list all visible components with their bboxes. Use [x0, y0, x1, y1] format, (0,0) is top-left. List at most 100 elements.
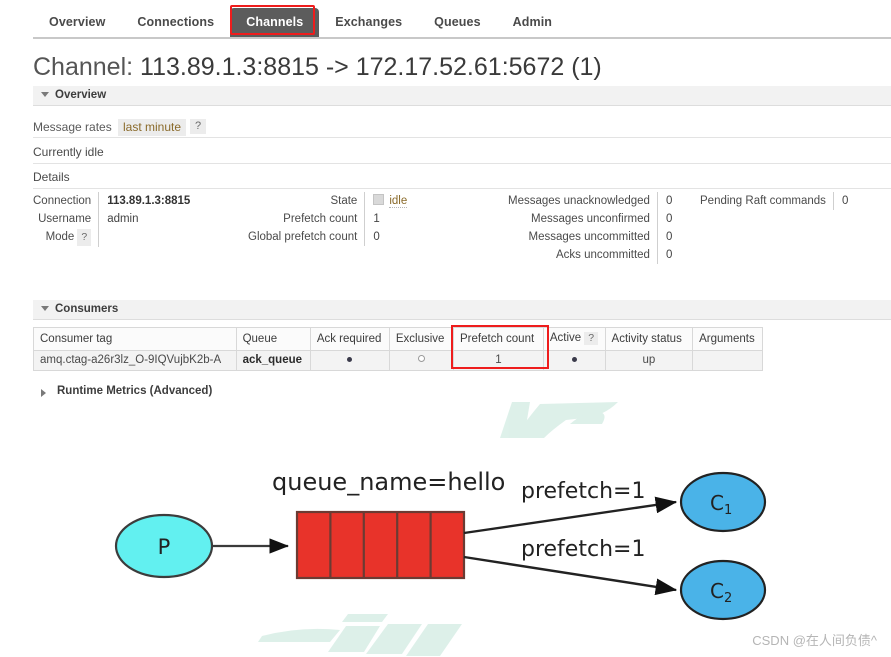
message-rates-label: Message rates [33, 120, 112, 134]
details-state-table: State idle Prefetch count 1 Global prefe… [248, 192, 408, 246]
detail-value-state: idle [364, 192, 408, 210]
detail-row-messages-unacknowledged: Messages unacknowledged 0 [508, 192, 673, 210]
detail-key-global-prefetch-count: Global prefetch count [248, 231, 358, 243]
cell-ack-required [309, 350, 390, 371]
cell-activity-status: up [604, 350, 694, 371]
producer-label: P [158, 535, 171, 559]
state-badge-text: idle [389, 195, 408, 208]
filled-dot-icon [571, 357, 577, 362]
consumers-header-row: Consumer tag Queue Ack required Exclusiv… [33, 327, 763, 351]
detail-key-username: Username [38, 213, 92, 225]
detail-row-prefetch-count: Prefetch count 1 [248, 210, 408, 228]
detail-value-messages-uncommitted: 0 [656, 228, 673, 246]
detail-value-global-prefetch-count: 0 [364, 228, 408, 246]
edge-label-prefetch-2: prefetch=1 [521, 537, 645, 562]
cell-arguments [692, 350, 763, 371]
tab-channels[interactable]: Channels [230, 8, 320, 37]
col-arguments[interactable]: Arguments [692, 327, 763, 351]
detail-row-messages-uncommitted: Messages uncommitted 0 [508, 228, 673, 246]
detail-row-acks-uncommitted: Acks uncommitted 0 [508, 246, 673, 264]
detail-value-pending-raft-commands: 0 [832, 192, 849, 210]
caret-down-icon [41, 306, 49, 311]
detail-value-messages-unacknowledged: 0 [656, 192, 673, 210]
detail-key-pending-raft-commands: Pending Raft commands [700, 195, 826, 207]
detail-key-state: State [330, 195, 358, 207]
table-row: amq.ctag-a26r3lz_O-9IQVujbK2b-A ack_queu… [33, 350, 763, 371]
edge-label-prefetch-1: prefetch=1 [521, 479, 645, 504]
detail-value-connection[interactable]: 113.89.1.3:8815 [98, 192, 191, 210]
nav-underline [33, 37, 891, 39]
filled-dot-icon [347, 357, 353, 362]
consumers-section-header[interactable]: Consumers [33, 300, 891, 320]
detail-key-messages-unacknowledged: Messages unacknowledged [508, 195, 650, 207]
detail-key-mode: Mode? [33, 228, 99, 247]
col-activity-status[interactable]: Activity status [604, 327, 694, 351]
cell-prefetch-count: 1 [453, 350, 544, 371]
cell-consumer-tag: amq.ctag-a26r3lz_O-9IQVujbK2b-A [33, 350, 237, 371]
col-exclusive[interactable]: Exclusive [388, 327, 455, 351]
detail-value-messages-unconfirmed: 0 [656, 210, 673, 228]
consumers-section-label: Consumers [55, 303, 119, 315]
caret-right-icon [41, 389, 46, 397]
overview-section-header[interactable]: Overview [33, 86, 891, 106]
cell-queue[interactable]: ack_queue [235, 350, 311, 371]
mode-help-icon[interactable]: ? [77, 229, 92, 246]
detail-row-pending-raft-commands: Pending Raft commands 0 [700, 192, 849, 210]
message-rates-row: Message rates last minute ? [33, 119, 891, 138]
active-help-icon[interactable]: ? [584, 332, 599, 345]
cell-active [542, 350, 606, 371]
detail-value-mode [98, 228, 191, 247]
detail-row-global-prefetch-count: Global prefetch count 0 [248, 228, 408, 246]
col-queue[interactable]: Queue [235, 327, 311, 351]
currently-idle-text: Currently idle [33, 145, 891, 164]
page-title-value: 113.89.1.3:8815 -> 172.17.52.61:5672 (1) [140, 53, 602, 81]
runtime-metrics-label: Runtime Metrics (Advanced) [57, 385, 213, 397]
state-swatch-icon [373, 194, 385, 205]
message-rates-period-selector[interactable]: last minute [118, 119, 187, 136]
detail-key-connection: Connection [33, 195, 92, 207]
caret-down-icon [41, 92, 49, 97]
page-title: Channel: 113.89.1.3:8815 -> 172.17.52.61… [33, 53, 602, 82]
queue-to-consumer-1-arrow [463, 496, 678, 535]
detail-row-username: Username admin [33, 210, 191, 228]
csdn-watermark: CSDN @在人间负债^ [752, 633, 877, 648]
detail-value-prefetch-count: 1 [364, 210, 408, 228]
detail-value-username: admin [98, 210, 191, 228]
tab-overview[interactable]: Overview [33, 8, 121, 37]
prefetch-diagram: queue_name=hello P prefetch=1 prefetch=1… [114, 468, 767, 621]
details-messages-table: Messages unacknowledged 0 Messages uncon… [508, 192, 673, 264]
details-label: Details [33, 170, 891, 189]
detail-key-acks-uncommitted: Acks uncommitted [555, 249, 650, 261]
top-navigation: Overview Connections Channels Exchanges … [0, 0, 891, 39]
col-prefetch-count[interactable]: Prefetch count [453, 327, 544, 351]
col-consumer-tag[interactable]: Consumer tag [33, 327, 237, 351]
detail-row-mode: Mode? [33, 228, 191, 247]
consumers-table-body: amq.ctag-a26r3lz_O-9IQVujbK2b-A ack_queu… [33, 350, 763, 371]
tab-exchanges[interactable]: Exchanges [319, 8, 418, 37]
detail-key-mode-text: Mode [45, 231, 75, 243]
detail-key-prefetch-count: Prefetch count [283, 213, 358, 225]
col-active[interactable]: Active? [542, 327, 606, 351]
queue-name-label: queue_name=hello [272, 468, 505, 496]
overview-section-label: Overview [55, 89, 107, 101]
detail-key-messages-uncommitted: Messages uncommitted [528, 231, 650, 243]
col-ack-required[interactable]: Ack required [309, 327, 390, 351]
page-title-label: Channel: [33, 53, 134, 81]
queue-cells [295, 510, 466, 580]
tab-admin[interactable]: Admin [497, 8, 568, 37]
detail-value-acks-uncommitted: 0 [656, 246, 673, 264]
nav-tab-list: Overview Connections Channels Exchanges … [33, 8, 568, 37]
detail-row-messages-unconfirmed: Messages unconfirmed 0 [508, 210, 673, 228]
tab-connections[interactable]: Connections [121, 8, 230, 37]
cell-exclusive [388, 350, 455, 371]
detail-key-messages-unconfirmed: Messages unconfirmed [531, 213, 650, 225]
message-rates-help-icon[interactable]: ? [190, 119, 207, 134]
consumers-table-head: Consumer tag Queue Ack required Exclusiv… [33, 327, 763, 351]
tab-queues[interactable]: Queues [418, 8, 496, 37]
consumers-table: Consumer tag Queue Ack required Exclusiv… [33, 327, 763, 371]
detail-row-connection: Connection 113.89.1.3:8815 [33, 192, 191, 210]
details-connection-table: Connection 113.89.1.3:8815 Username admi… [33, 192, 191, 247]
details-raft-table: Pending Raft commands 0 [700, 192, 849, 210]
detail-row-state: State idle [248, 192, 408, 210]
col-active-text: Active [549, 332, 582, 344]
